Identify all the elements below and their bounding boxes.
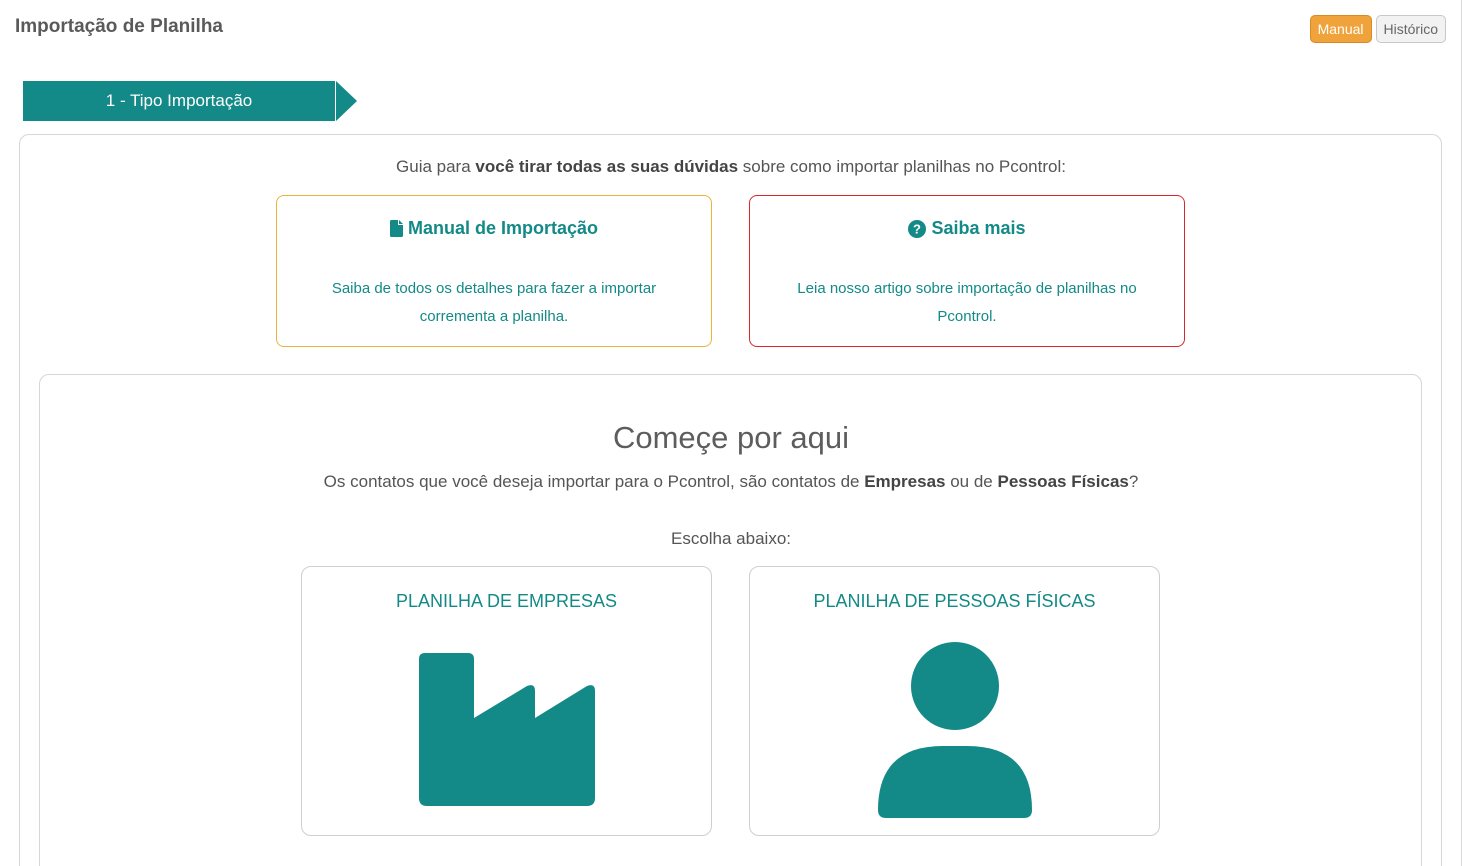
companies-choice-label: PLANILHA DE EMPRESAS (395, 591, 618, 611)
question-suffix: ? (1128, 472, 1139, 491)
question-people: Pessoas Físicas (997, 472, 1129, 491)
manual-card-description: Saiba de todos os detalhes para fazer a … (331, 280, 657, 325)
guide-suffix: sobre como importar planilhas no Pcontro… (738, 157, 1066, 176)
manual-card-title: Manual de Importação (277, 218, 711, 239)
choose-label: Escolha abaixo: (670, 529, 792, 548)
start-title: Começe por aqui (612, 420, 850, 455)
step-arrow (336, 81, 357, 121)
manual-card[interactable]: Manual de Importação Saiba de todos os d… (276, 195, 712, 347)
saiba-card[interactable]: ? Saiba mais Leia nosso artigo sobre imp… (749, 195, 1185, 347)
question-companies: Empresas (864, 472, 946, 491)
manual-card-title-text: Manual de Importação (407, 218, 599, 238)
question-circle-icon: ? (908, 219, 927, 238)
factory-icon (419, 653, 595, 806)
file-icon (389, 220, 403, 237)
page-title: Importação de Planilha (15, 16, 223, 37)
question-mid: ou de (945, 472, 998, 491)
manual-button[interactable]: Manual (1309, 15, 1372, 43)
start-question: Os contatos que você deseja importar par… (0, 472, 1462, 492)
saiba-card-description: Leia nosso artigo sobre importação de pl… (797, 280, 1137, 325)
step-indicator: 1 - Tipo Importação (23, 81, 335, 121)
svg-text:?: ? (913, 221, 921, 236)
guide-text: Guia para você tirar todas as suas dúvid… (0, 157, 1462, 177)
history-button[interactable]: Histórico (1375, 15, 1446, 43)
header-actions: Manual Histórico (1309, 15, 1446, 43)
guide-bold: você tirar todas as suas dúvidas (475, 157, 739, 176)
guide-prefix: Guia para (396, 157, 476, 176)
saiba-card-title-text: Saiba mais (931, 218, 1026, 238)
saiba-card-title: ? Saiba mais (750, 218, 1184, 239)
people-choice-label: PLANILHA DE PESSOAS FÍSICAS (813, 591, 1096, 611)
user-icon (878, 642, 1032, 818)
people-choice-card[interactable]: PLANILHA DE PESSOAS FÍSICAS (749, 566, 1160, 836)
companies-choice-card[interactable]: PLANILHA DE EMPRESAS (301, 566, 712, 836)
question-prefix: Os contatos que você deseja importar par… (323, 472, 865, 491)
